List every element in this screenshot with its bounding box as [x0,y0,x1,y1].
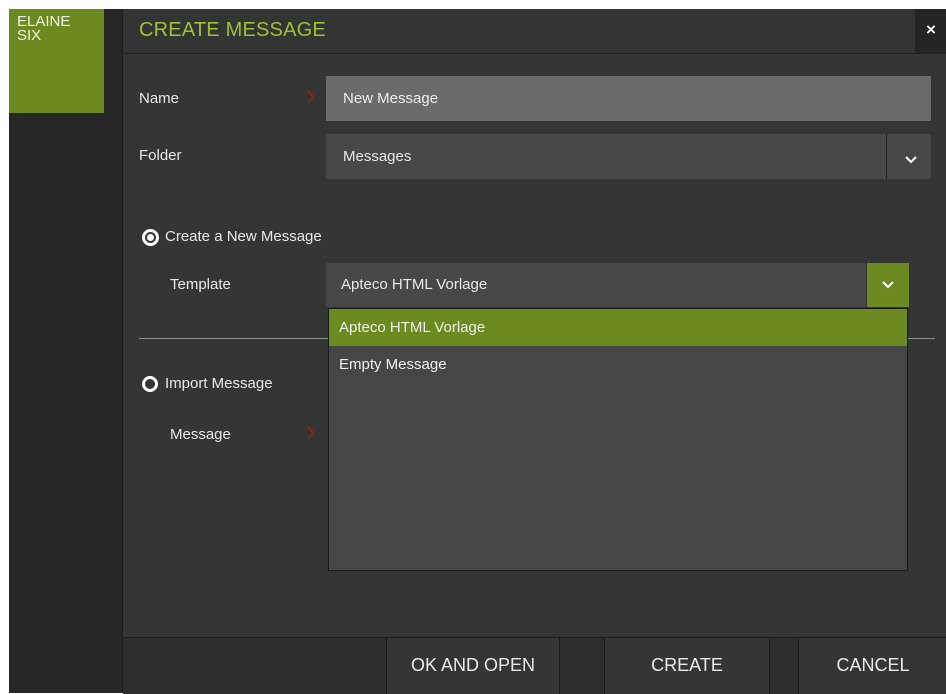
cancel-button[interactable]: CANCEL [798,638,946,694]
required-arrow-icon [306,89,316,110]
template-dropdown-button[interactable] [867,263,909,307]
chevron-down-icon[interactable] [905,152,917,164]
message-label: Message [170,426,231,443]
dialog-titlebar: CREATE MESSAGE × [123,9,946,54]
dropdown-option-apteco-html-vorlage[interactable]: Apteco HTML Vorlage [329,309,907,346]
folder-label: Folder [139,147,182,164]
footer-spacer [559,638,604,694]
template-label: Template [170,276,231,293]
required-arrow-icon [306,425,316,446]
dropdown-option-empty-message[interactable]: Empty Message [329,346,907,383]
chevron-down-icon [882,281,894,289]
dialog-footer: OK AND OPEN CREATE CANCEL [123,637,946,694]
folder-select[interactable]: Messages [326,134,931,179]
user-last-name: SIX [17,27,42,44]
template-select[interactable]: Apteco HTML Vorlage [326,263,866,307]
import-message-radio[interactable] [142,376,158,392]
import-message-label[interactable]: Import Message [165,375,273,392]
create-new-radio[interactable] [142,229,159,246]
name-label: Name [139,90,180,107]
radio-selected-dot [147,234,154,241]
template-dropdown-list: Apteco HTML Vorlage Empty Message [328,308,908,571]
dialog-title: CREATE MESSAGE [139,19,326,41]
ok-and-open-button[interactable]: OK AND OPEN [386,638,559,694]
create-message-dialog: CREATE MESSAGE × Name New Message Folder… [122,9,946,694]
user-tile[interactable]: ELAINE SIX [9,9,104,113]
name-input[interactable]: New Message [326,76,931,121]
folder-select-divider [886,134,887,179]
create-button[interactable]: CREATE [604,638,769,694]
close-button[interactable]: × [915,9,946,53]
create-new-label[interactable]: Create a New Message [165,228,322,245]
footer-spacer [769,638,798,694]
